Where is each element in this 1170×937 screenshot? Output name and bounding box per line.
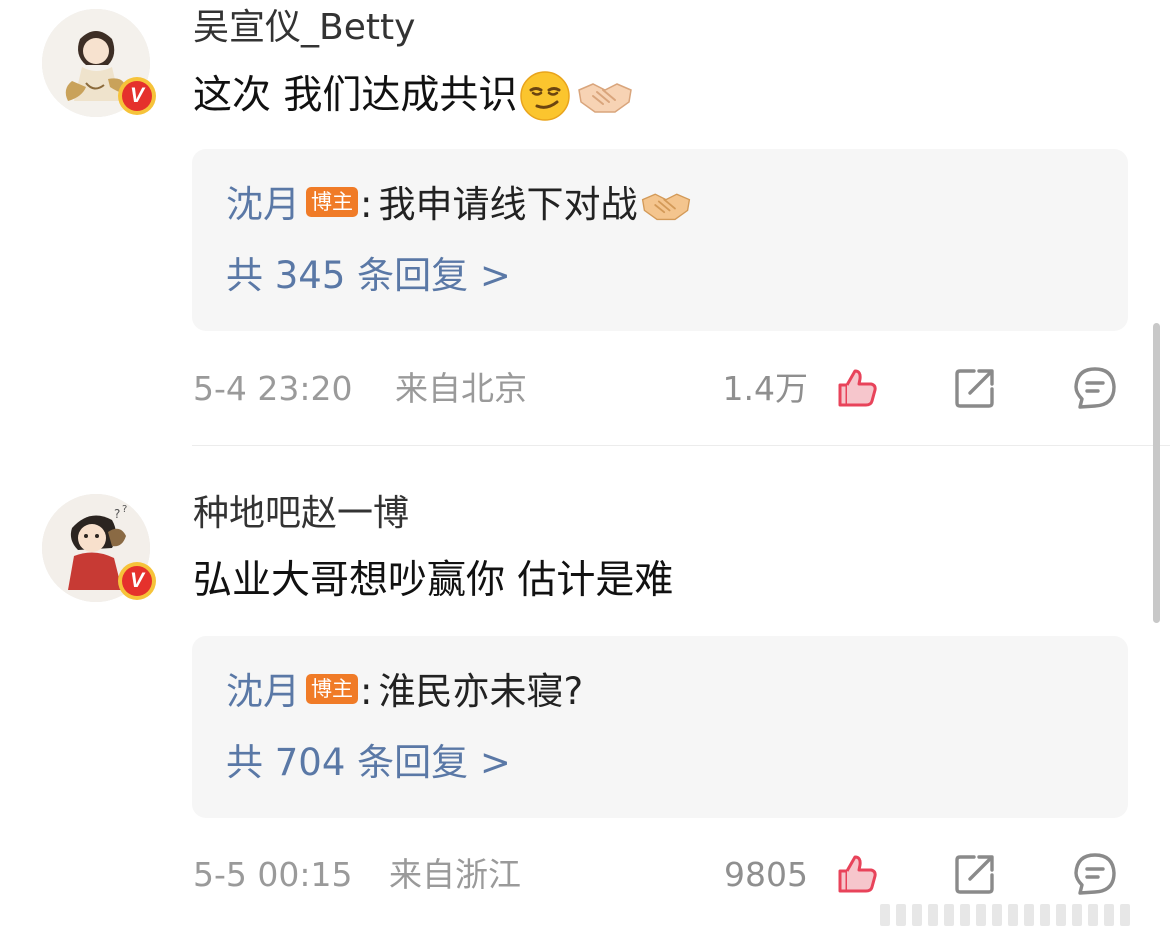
comment-text-row: 这次 我们达成共识 bbox=[193, 70, 635, 122]
smirk-face-emoji-icon bbox=[520, 71, 571, 121]
comment-text-row: 弘业大哥想吵赢你 估计是难 bbox=[193, 556, 673, 606]
reply-preview-line: 沈月 博主 : 我申请线下对战 bbox=[226, 179, 693, 231]
reply-text: 淮民亦未寝? bbox=[378, 670, 584, 713]
reply-preview-box[interactable]: 沈月 博主 : 淮民亦未寝? 共 704 条回复 > bbox=[192, 636, 1128, 818]
comment-icon[interactable] bbox=[1072, 851, 1118, 897]
reply-count-link[interactable]: 共 345 条回复 > bbox=[226, 251, 511, 301]
verified-badge-icon: V bbox=[118, 562, 156, 600]
reply-preview-line: 沈月 博主 : 淮民亦未寝? bbox=[226, 666, 583, 718]
handshake-emoji-icon bbox=[642, 193, 691, 221]
reply-preview-box[interactable]: 沈月 博主 : 我申请线下对战 共 345 条回复 > bbox=[192, 149, 1128, 331]
comment-username[interactable]: 种地吧赵一博 bbox=[193, 492, 409, 536]
verified-badge-icon: V bbox=[118, 77, 156, 115]
comment-icon[interactable] bbox=[1072, 365, 1118, 411]
comment-username[interactable]: 吴宣仪_Betty bbox=[193, 6, 415, 50]
like-count: 9805 bbox=[724, 855, 808, 894]
share-icon[interactable] bbox=[952, 365, 998, 411]
comment-time: 5-4 23:20 bbox=[193, 369, 353, 408]
comment-location: 来自北京 bbox=[395, 369, 527, 408]
reply-colon: : bbox=[360, 183, 373, 226]
comment-text: 弘业大哥想吵赢你 估计是难 bbox=[193, 558, 674, 603]
svg-text:?: ? bbox=[122, 504, 127, 515]
handshake-emoji-icon bbox=[578, 83, 633, 113]
watermark bbox=[880, 900, 1160, 930]
reply-count-link[interactable]: 共 704 条回复 > bbox=[226, 738, 511, 788]
thumbs-up-icon[interactable] bbox=[834, 851, 880, 897]
thumbs-up-icon[interactable] bbox=[834, 365, 880, 411]
comment-time: 5-5 00:15 bbox=[193, 855, 353, 894]
scrollbar[interactable] bbox=[1153, 323, 1160, 623]
reply-author[interactable]: 沈月 bbox=[226, 179, 300, 231]
reply-text: 我申请线下对战 bbox=[378, 183, 638, 226]
like-count: 1.4万 bbox=[722, 369, 808, 408]
reply-author[interactable]: 沈月 bbox=[226, 666, 300, 718]
host-badge: 博主 bbox=[306, 674, 358, 704]
comment-text: 这次 我们达成共识 bbox=[193, 73, 518, 118]
host-badge: 博主 bbox=[306, 187, 358, 217]
comment-divider bbox=[192, 445, 1170, 446]
reply-colon: : bbox=[360, 670, 373, 713]
comment-location: 来自浙江 bbox=[389, 855, 521, 894]
share-icon[interactable] bbox=[952, 851, 998, 897]
svg-text:?: ? bbox=[114, 507, 120, 521]
avatar[interactable]: V bbox=[42, 9, 156, 117]
avatar[interactable]: ? ? V bbox=[42, 494, 156, 602]
